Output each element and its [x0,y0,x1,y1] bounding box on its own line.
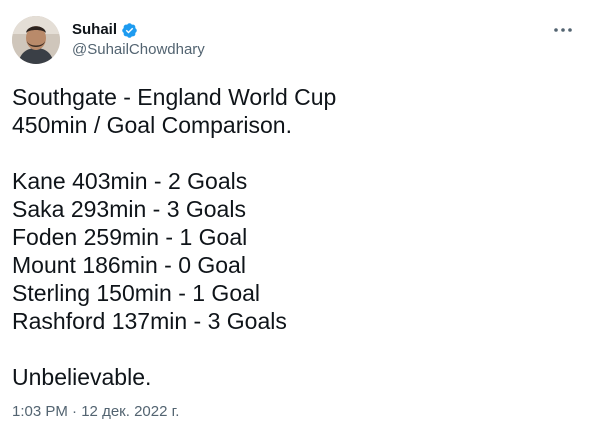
verified-badge-icon [121,22,138,39]
player-line: Mount 186min - 0 Goal [12,252,246,278]
tweet-timestamp: 1:03 PM · 12 дек. 2022 г. [12,402,179,422]
display-name[interactable]: Suhail [72,20,117,40]
tweet-text: Southgate - England World Cup 450min / G… [12,83,572,391]
tweet-time: 1:03 PM [12,403,68,420]
tweet-closing-line: Unbelievable. [12,364,152,390]
player-line: Sterling 150min - 1 Goal [12,280,261,306]
avatar-photo [12,16,60,64]
display-name-row: Suhail [72,20,205,40]
author-info: Suhail @SuhailChowdhary [72,20,205,60]
tweet-header-line: 450min / Goal Comparison. [12,112,292,138]
user-handle[interactable]: @SuhailChowdhary [72,40,205,60]
player-line: Saka 293min - 3 Goals [12,196,246,222]
tweet-header-line: Southgate - England World Cup [12,84,337,110]
more-horizontal-icon [554,28,572,32]
avatar[interactable] [12,16,60,64]
tweet-card: Suhail @SuhailChowdhary Southgate - Engl… [0,0,589,434]
tweet-date: 12 дек. 2022 г. [81,403,180,420]
timestamp-separator: · [72,403,78,420]
timestamp-link[interactable]: 1:03 PM · 12 дек. 2022 г. [12,403,179,420]
more-options-button[interactable] [551,20,575,40]
player-line: Foden 259min - 1 Goal [12,224,248,250]
player-line: Kane 403min - 2 Goals [12,168,248,194]
player-line: Rashford 137min - 3 Goals [12,308,287,334]
